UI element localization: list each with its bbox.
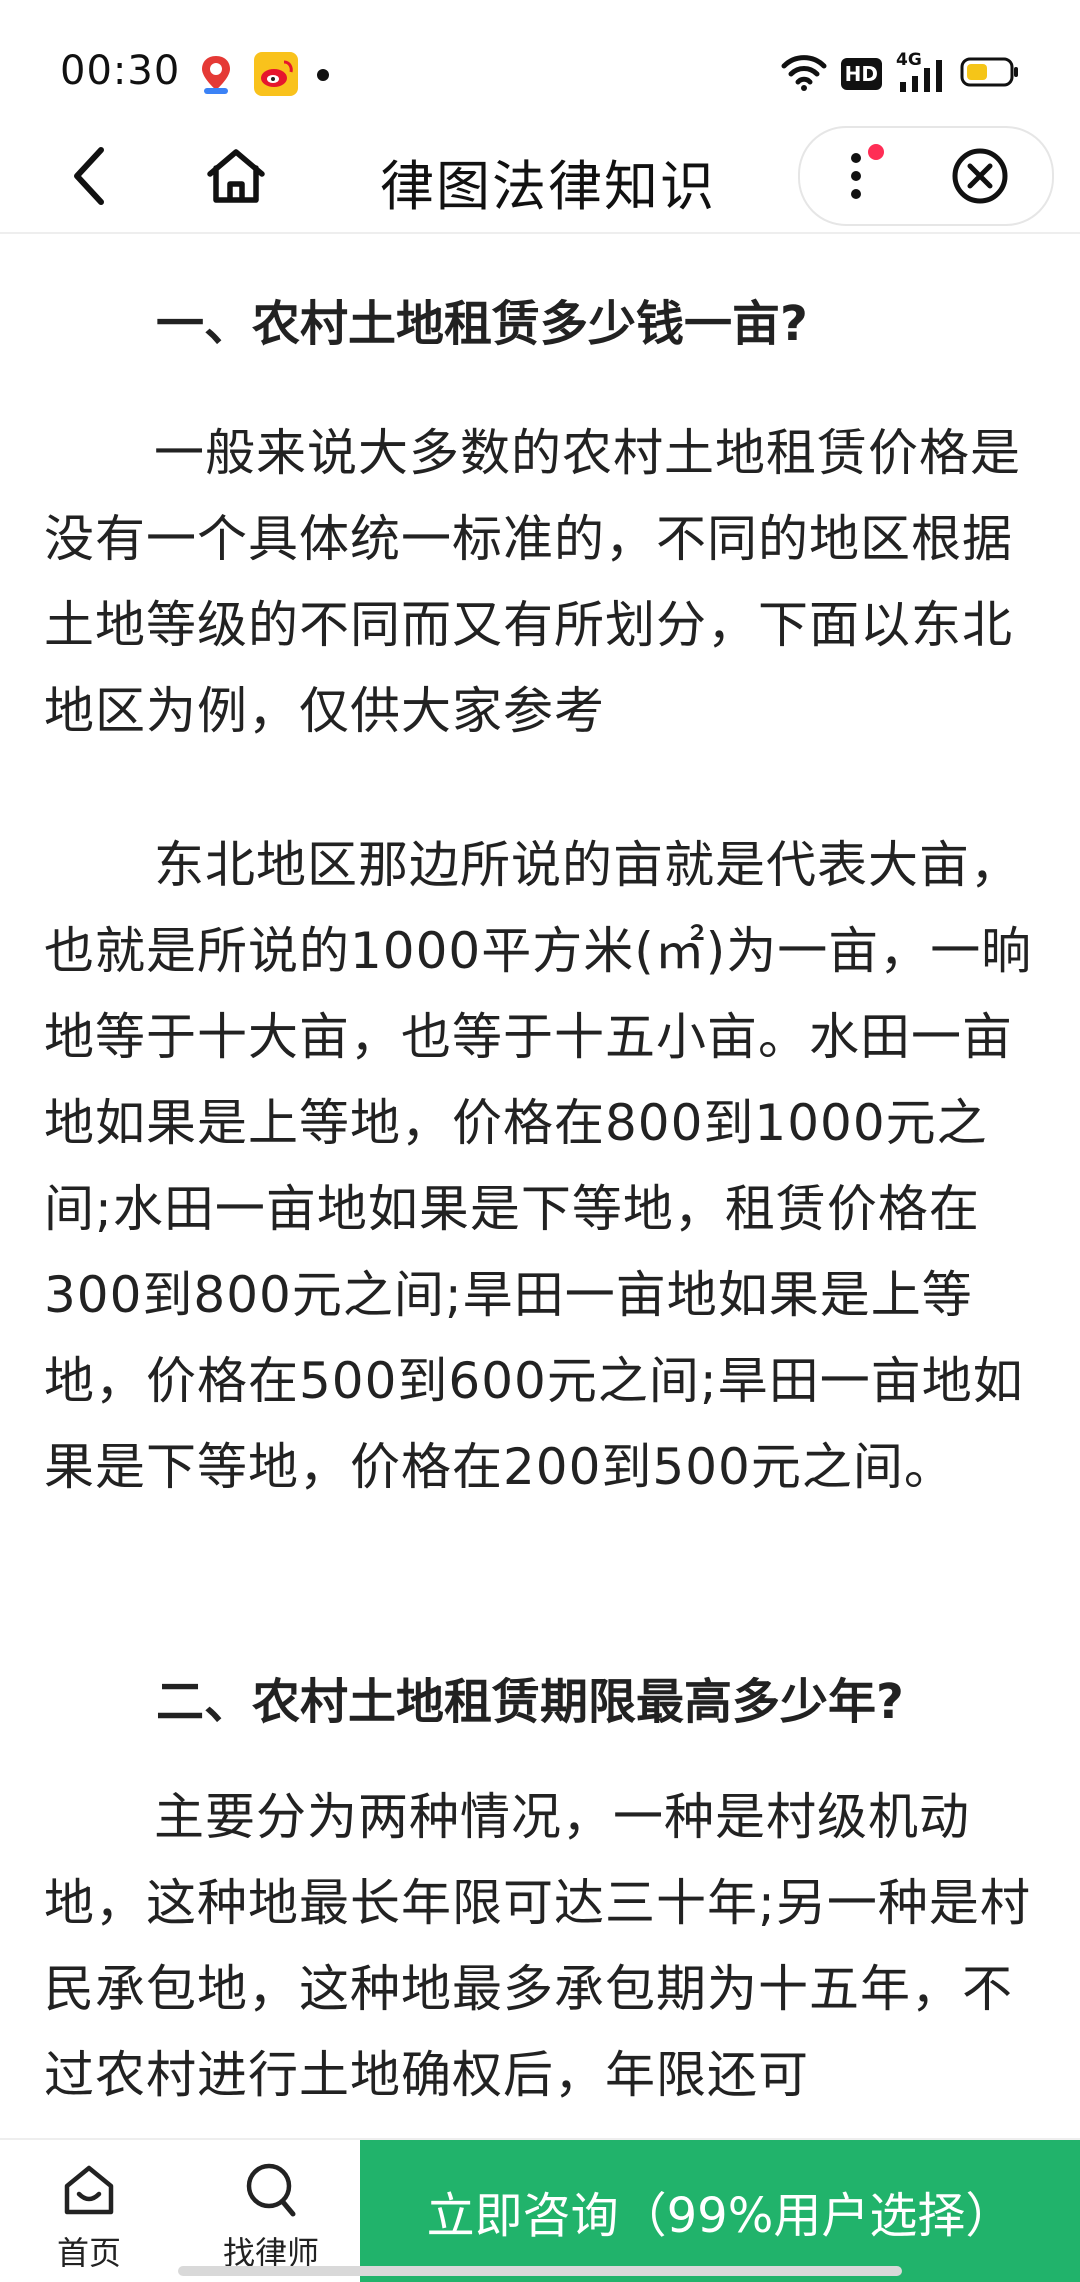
bottom-bar: 首页 找律师 立即咨询（99%用户选择） [0,2138,1080,2282]
weibo-icon [254,52,298,100]
wifi-icon [781,52,827,96]
status-time: 00:30 [60,48,181,94]
home-outline-icon [64,2165,114,2215]
tab-find-lawyer[interactable]: 找律师 [196,2140,346,2282]
close-button[interactable] [940,136,1020,216]
status-bar: 00:30 HD 4G [0,0,1080,120]
nav-bar: 律图法律知识 [0,120,1080,234]
section-heading-2: 二、农村土地租赁期限最高多少年? [156,1674,904,1730]
battery-icon [960,55,1020,93]
more-button[interactable] [822,136,902,216]
4g-signal-icon: 4G [896,50,946,94]
status-left-icons [196,52,330,100]
search-icon [246,2163,296,2217]
notification-dot-icon [316,67,330,86]
chevron-left-icon [74,147,104,205]
mini-program-capsule [798,126,1054,226]
close-circle-icon [952,148,1008,204]
article-content: 一、农村土地租赁多少钱一亩? 一般来说大多数的农村土地租赁价格是没有一个具体统一… [0,234,1080,2138]
status-right-icons: HD 4G [781,50,1020,96]
home-icon [207,149,265,203]
section-heading-1: 一、农村土地租赁多少钱一亩? [156,296,808,352]
tab-home-label: 首页 [56,2234,121,2272]
page-title: 律图法律知识 [380,155,716,218]
paragraph-1: 一般来说大多数的农村土地租赁价格是没有一个具体统一标准的，不同的地区根据土地等级… [44,424,1021,740]
more-dots-icon [851,144,884,199]
tab-home[interactable]: 首页 [14,2140,164,2282]
paragraph-3: 主要分为两种情况，一种是村级机动地，这种地最长年限可达三十年;另一种是村民承包地… [44,1788,1031,2104]
paragraph-2: 东北地区那边所说的亩就是代表大亩，也就是所说的1000平方米(㎡)为一亩，一晌地… [44,836,1033,1496]
back-button[interactable] [54,138,124,214]
home-indicator[interactable] [178,2266,902,2276]
map-app-icon [196,52,236,100]
consult-now-button[interactable]: 立即咨询（99%用户选择） [360,2140,1080,2282]
home-button[interactable] [196,138,276,214]
hd-icon: HD [840,58,882,90]
